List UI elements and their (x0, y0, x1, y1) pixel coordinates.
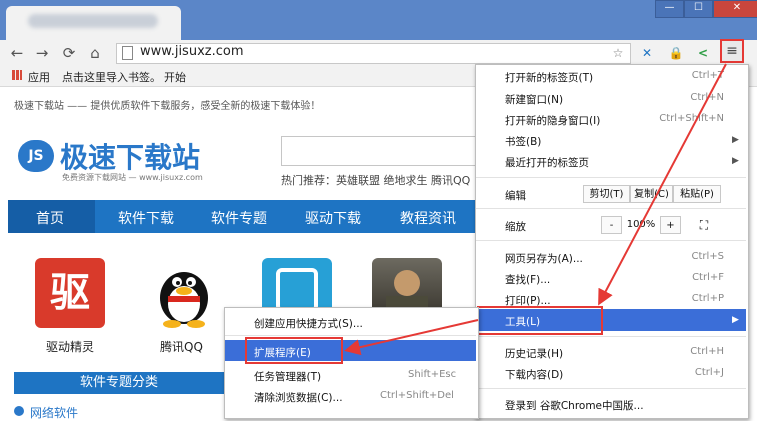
annotation-arrow-tools-to-extensions (344, 319, 479, 356)
annotation-arrows (344, 63, 727, 356)
annotation-arrow-menu-to-tools (598, 63, 727, 306)
